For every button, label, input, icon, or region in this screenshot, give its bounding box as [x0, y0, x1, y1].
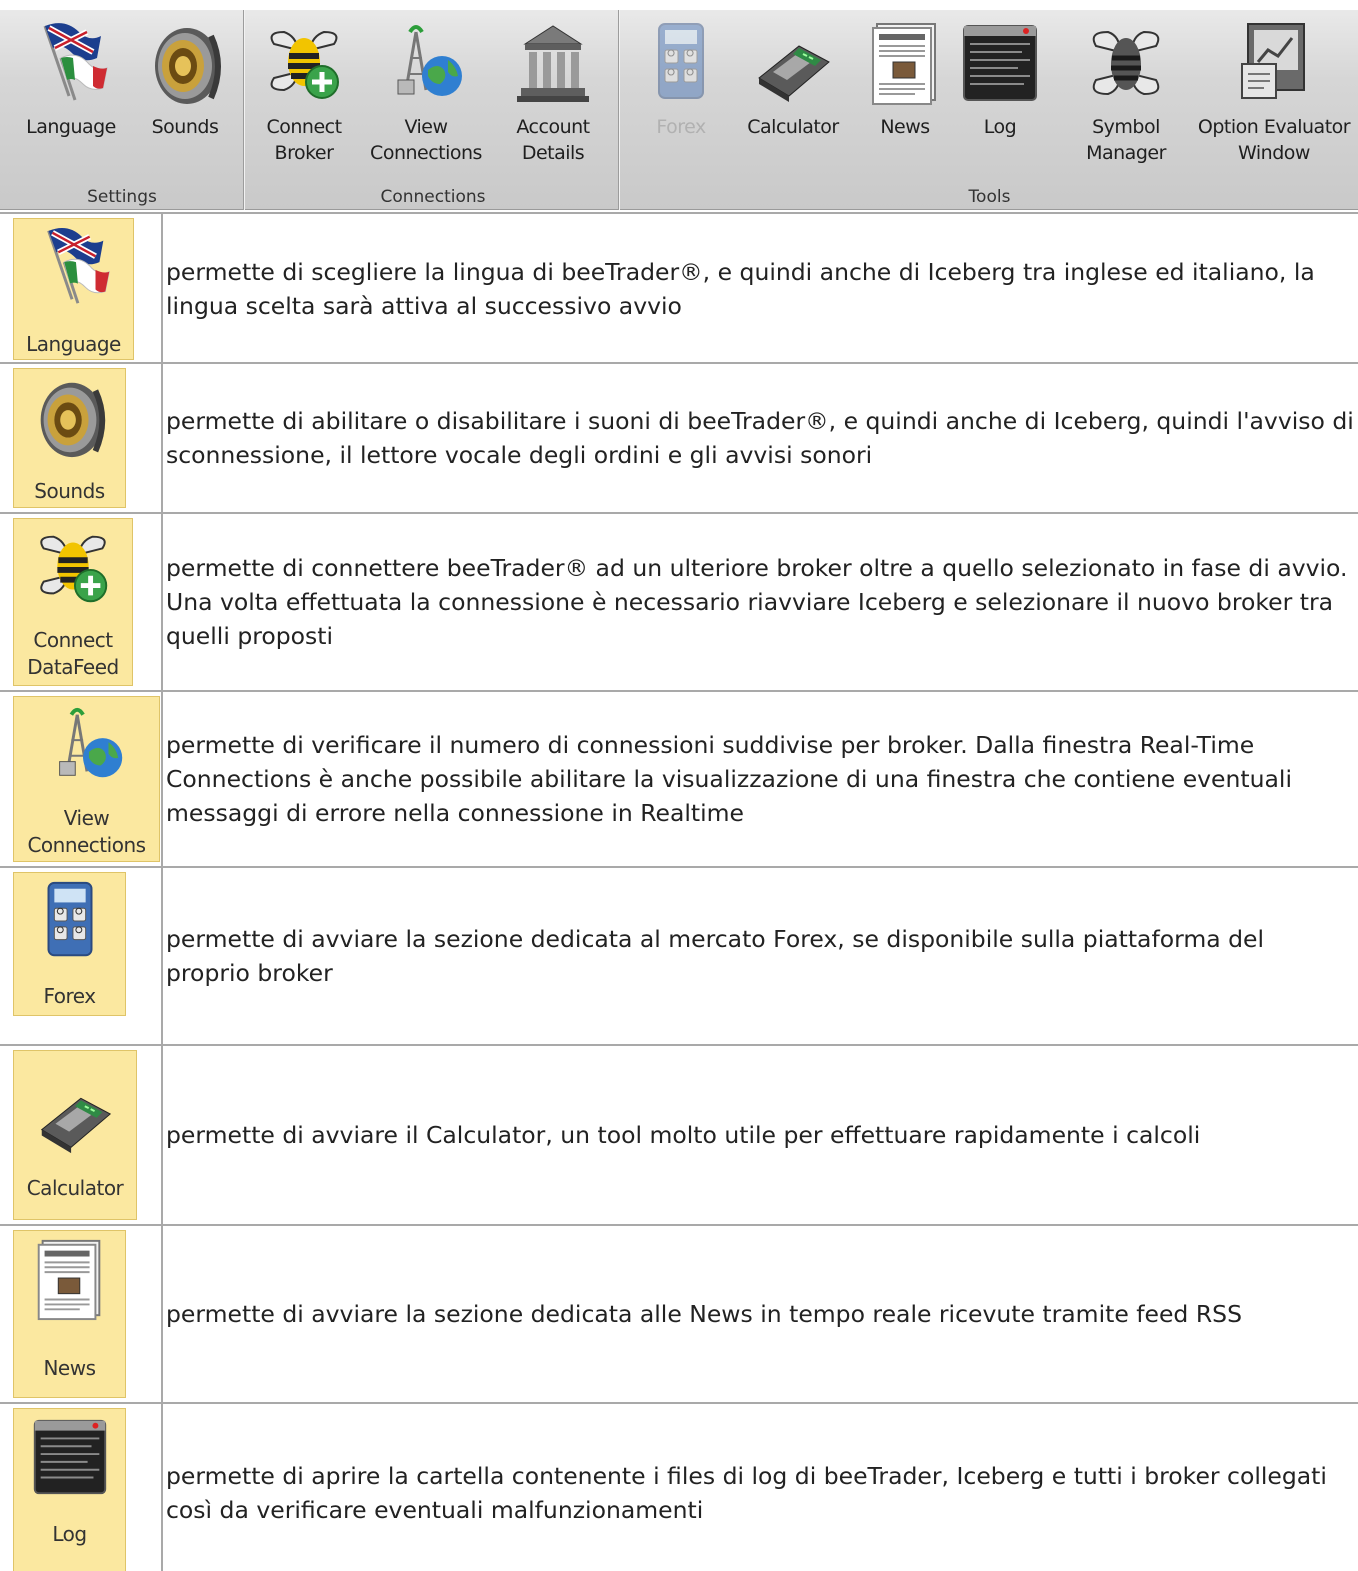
symbol-manager-button[interactable]: Symbol Manager: [1077, 10, 1175, 180]
description-text: permette di connettere beeTrader® ad un …: [166, 554, 1348, 650]
table-row: News permette di avviare la sezione dedi…: [0, 1224, 1358, 1402]
icon-cell: Log: [0, 1404, 163, 1571]
tile-label: Connect DataFeed: [27, 628, 119, 679]
language-button[interactable]: Language: [20, 10, 122, 180]
settings-group: Language Sounds Settings: [0, 10, 244, 210]
description-cell: permette di aprire la cartella contenent…: [166, 1404, 1354, 1571]
newspaper-icon: [26, 1235, 114, 1323]
description-text: permette di scegliere la lingua di beeTr…: [166, 258, 1315, 320]
ribbon-toolbar: Language Sounds Settings Connect Broker: [0, 10, 1358, 210]
description-text: permette di verificare il numero di conn…: [166, 731, 1292, 827]
connections-group: Connect Broker View Connections Account …: [246, 10, 620, 210]
icon-cell: Calculator: [0, 1046, 163, 1224]
calculator-button[interactable]: Calculator: [741, 10, 845, 180]
calculator-icon: [753, 18, 833, 108]
tile-label: View Connections: [27, 806, 146, 857]
table-row: Log permette di aprire la cartella conte…: [0, 1402, 1358, 1571]
sounds-button[interactable]: Sounds: [140, 10, 230, 180]
connect-datafeed-tile: Connect DataFeed: [13, 518, 133, 686]
tools-group: Forex Calculator News Log Symbol Manager…: [621, 10, 1358, 210]
news-button-label: News: [880, 116, 930, 138]
view-connections-button[interactable]: View Connections: [370, 10, 482, 180]
description-text: permette di avviare la sezione dedicata …: [166, 1300, 1242, 1328]
table-row: Sounds permette di abilitare o disabilit…: [0, 362, 1358, 512]
flags-icon: [31, 18, 111, 108]
sounds-button-label: Sounds: [151, 116, 219, 138]
account-details-button[interactable]: Account Details: [504, 10, 602, 180]
tile-label: Forex: [43, 984, 96, 1008]
log-button[interactable]: Log: [959, 10, 1041, 180]
log-tile: Log: [13, 1408, 126, 1571]
forex-calculator-icon: [26, 877, 114, 965]
option-evaluator-icon: [1234, 18, 1314, 108]
icon-cell: Forex: [0, 868, 163, 1044]
bee-plus-icon: [29, 523, 117, 611]
description-cell: permette di scegliere la lingua di beeTr…: [166, 214, 1354, 364]
description-cell: permette di abilitare o disabilitare i s…: [166, 364, 1354, 512]
group-separator: [243, 10, 245, 210]
option-evaluator-window-button-label: Option Evaluator Window: [1197, 116, 1351, 164]
log-button-label: Log: [983, 116, 1017, 138]
calculator-tile: Calculator: [13, 1050, 137, 1220]
connections-group-label: Connections: [380, 187, 486, 207]
settings-group-label: Settings: [87, 187, 157, 207]
bee-plus-icon: [264, 18, 344, 108]
description-cell: permette di avviare il Calculator, un to…: [166, 1046, 1354, 1224]
tile-label: Sounds: [34, 479, 105, 503]
log-window-icon: [960, 18, 1040, 108]
description-cell: permette di verificare il numero di conn…: [166, 692, 1354, 866]
antenna-globe-icon: [43, 701, 131, 789]
table-row: Forex permette di avviare la sezione ded…: [0, 866, 1358, 1044]
sounds-tile: Sounds: [13, 368, 126, 508]
news-button[interactable]: News: [865, 10, 945, 180]
description-cell: permette di avviare la sezione dedicata …: [166, 868, 1354, 1044]
table-row: View Connections permette di verificare …: [0, 690, 1358, 866]
symbol-manager-button-label: Symbol Manager: [1086, 116, 1166, 164]
description-cell: permette di avviare la sezione dedicata …: [166, 1226, 1354, 1402]
view-connections-button-label: View Connections: [370, 116, 482, 164]
newspaper-icon: [865, 18, 945, 108]
log-window-icon: [26, 1413, 114, 1501]
forex-tile: Forex: [13, 872, 126, 1016]
bee-icon: [1086, 18, 1166, 108]
table-row: Calculator permette di avviare il Calcul…: [0, 1044, 1358, 1224]
description-text: permette di aprire la cartella contenent…: [166, 1462, 1327, 1524]
speaker-icon: [26, 373, 114, 461]
icon-cell: News: [0, 1226, 163, 1402]
icon-cell: View Connections: [0, 692, 163, 866]
speaker-icon: [145, 18, 225, 108]
forex-button-label: Forex: [656, 116, 706, 138]
description-text: permette di avviare il Calculator, un to…: [166, 1121, 1201, 1149]
tile-label: News: [43, 1356, 96, 1380]
antenna-globe-icon: [386, 18, 466, 108]
tile-label: Log: [52, 1522, 87, 1546]
forex-calculator-icon: [641, 18, 721, 108]
tile-label: Language: [26, 332, 121, 356]
bank-icon: [513, 18, 593, 108]
icon-cell: Sounds: [0, 364, 163, 512]
calculator-button-label: Calculator: [747, 116, 839, 138]
forex-button[interactable]: Forex: [641, 10, 721, 180]
icon-cell: Connect DataFeed: [0, 514, 163, 690]
flags-icon: [30, 223, 118, 311]
news-tile: News: [13, 1230, 126, 1398]
group-separator: [618, 10, 620, 210]
language-tile: Language: [13, 218, 134, 360]
description-cell: permette di connettere beeTrader® ad un …: [166, 514, 1354, 690]
description-text: permette di avviare la sezione dedicata …: [166, 925, 1265, 987]
description-text: permette di abilitare o disabilitare i s…: [166, 407, 1354, 469]
connect-broker-button[interactable]: Connect Broker: [256, 10, 352, 180]
option-evaluator-window-button[interactable]: Option Evaluator Window: [1198, 10, 1351, 180]
calculator-icon: [31, 1071, 119, 1159]
language-button-label: Language: [26, 116, 116, 138]
connect-broker-button-label: Connect Broker: [266, 116, 342, 164]
tile-label: Calculator: [26, 1176, 124, 1200]
icon-cell: Language: [0, 214, 163, 364]
tools-group-label: Tools: [968, 187, 1011, 207]
account-details-button-label: Account Details: [516, 116, 590, 164]
view-connections-tile: View Connections: [13, 696, 160, 862]
table-row: Language permette di scegliere la lingua…: [0, 212, 1358, 364]
table-row: Connect DataFeed permette di connettere …: [0, 512, 1358, 690]
